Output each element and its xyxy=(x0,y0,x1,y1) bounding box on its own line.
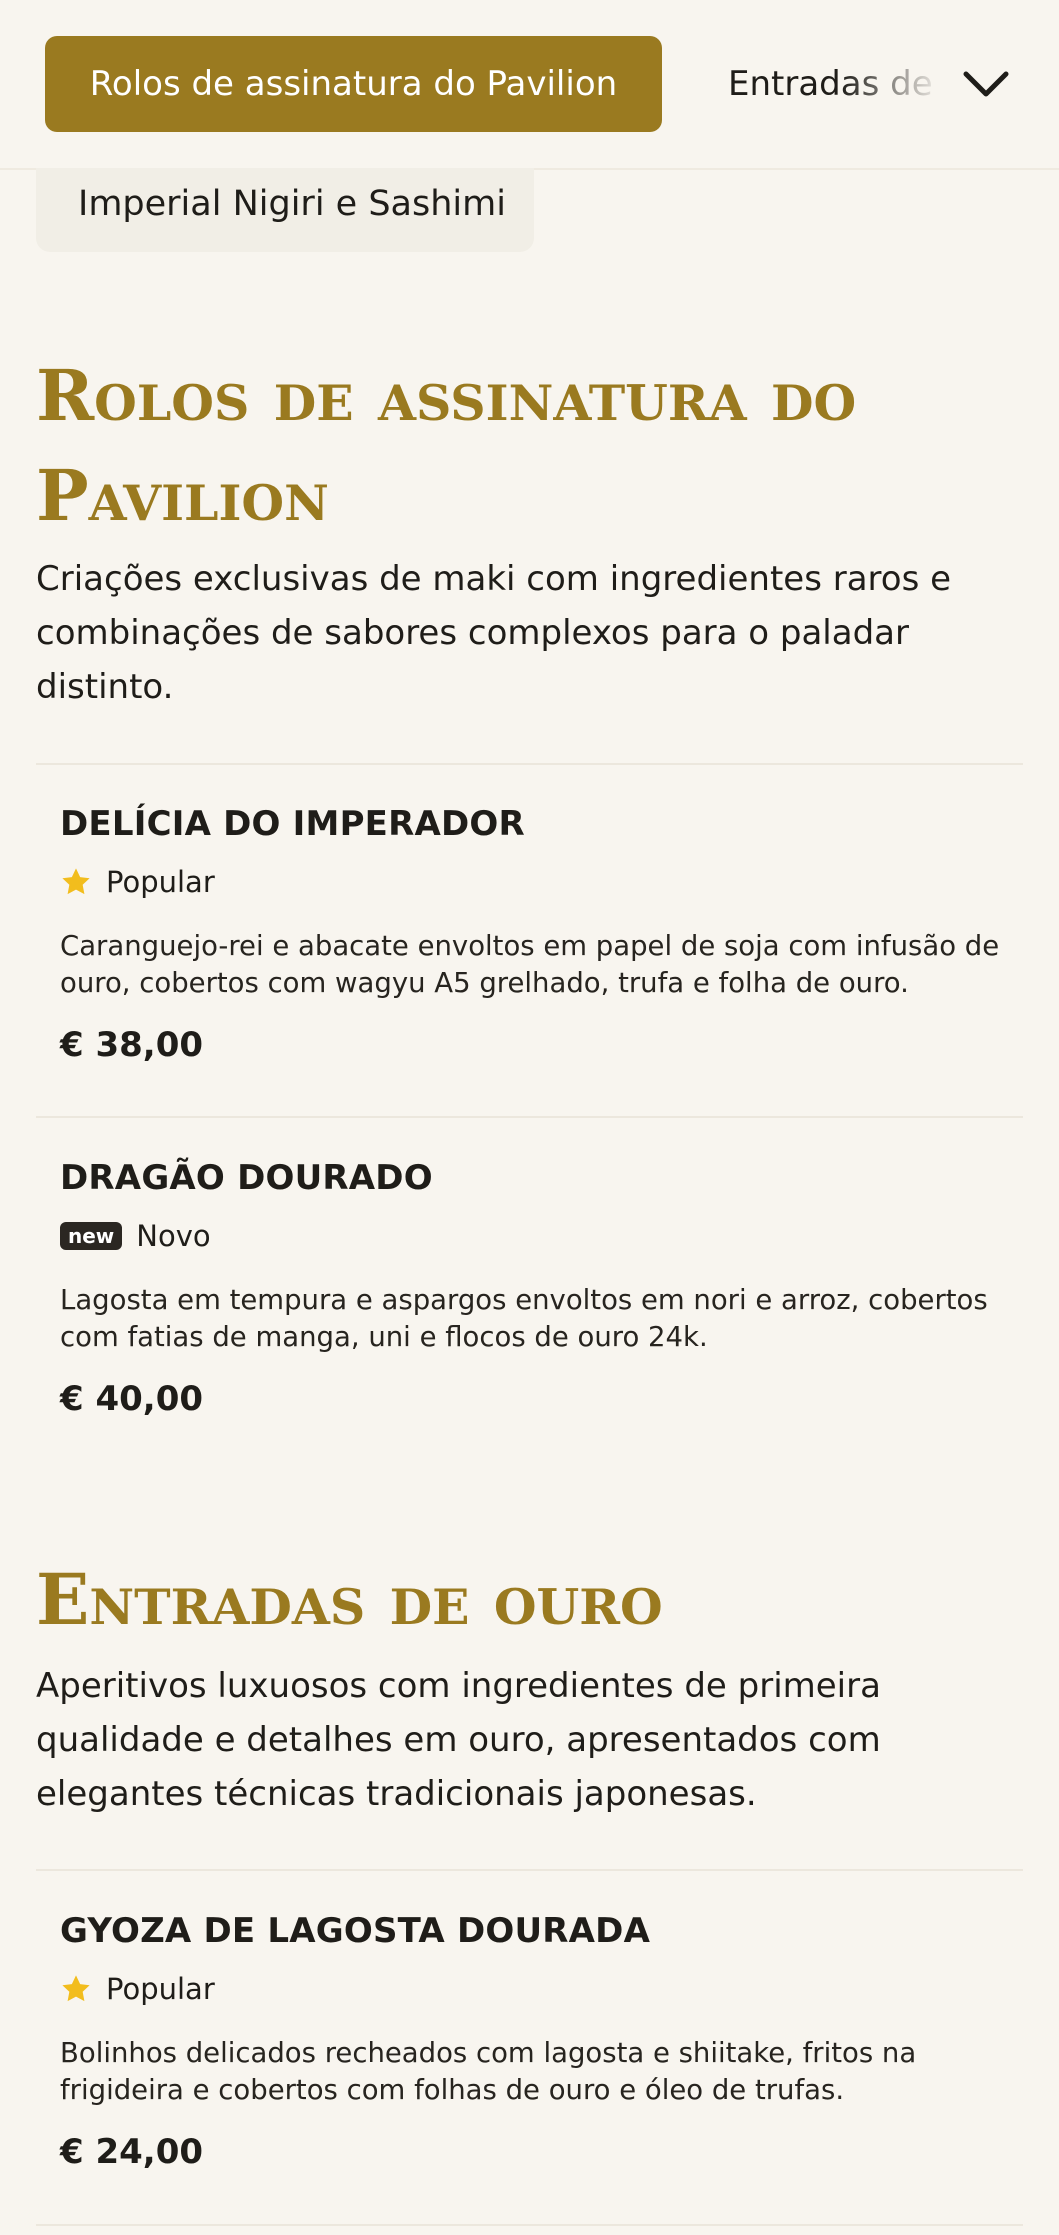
menu-item[interactable]: DRAGÃO DOURADO new Novo Lagosta em tempu… xyxy=(60,1156,1010,1424)
badge-label: Popular xyxy=(106,1972,215,2006)
item-price: € 40,00 xyxy=(60,1379,204,1419)
section-description: Criações exclusivas de maki com ingredie… xyxy=(36,559,952,707)
badge-label: Popular xyxy=(106,865,215,899)
item-price: € 24,00 xyxy=(60,2132,204,2172)
menu-item[interactable]: GYOZA DE LAGOSTA DOURADA Popular Bolinho… xyxy=(60,1909,1010,2177)
section-title: Rolos de assinatura do Pavilion xyxy=(36,354,857,537)
menu-item[interactable]: DELÍCIA DO IMPERADOR Popular Caranguejo-… xyxy=(60,802,1010,1070)
item-description: Caranguejo-rei e abacate envoltos em pap… xyxy=(60,930,1000,999)
category-tab-next[interactable]: Entradas de xyxy=(728,36,933,132)
category-nav: Rolos de assinatura do Pavilion Entradas… xyxy=(0,0,1059,170)
divider xyxy=(36,763,1023,765)
divider xyxy=(36,1116,1023,1118)
item-name: GYOZA DE LAGOSTA DOURADA xyxy=(60,1911,651,1951)
section-description: Aperitivos luxuosos com ingredientes de … xyxy=(36,1666,881,1814)
item-name: DRAGÃO DOURADO xyxy=(60,1158,433,1198)
star-icon xyxy=(62,1975,90,2002)
chevron-down-icon[interactable] xyxy=(960,62,1012,106)
item-badge: Popular xyxy=(60,862,1010,902)
divider xyxy=(36,2224,1023,2226)
item-badge: new Novo xyxy=(60,1216,1010,1256)
badge-label: Novo xyxy=(136,1219,211,1253)
item-price: € 38,00 xyxy=(60,1025,204,1065)
item-name: DELÍCIA DO IMPERADOR xyxy=(60,804,525,844)
item-badge: Popular xyxy=(60,1969,1010,2009)
item-description: Lagosta em tempura e aspargos envoltos e… xyxy=(60,1284,988,1353)
divider xyxy=(36,1869,1023,1871)
star-icon xyxy=(62,868,90,895)
new-badge-pill: new xyxy=(60,1222,123,1250)
category-chip[interactable]: Imperial Nigiri e Sashimi xyxy=(36,168,534,252)
section-title: Entradas de ouro xyxy=(36,1558,663,1641)
category-tab-active[interactable]: Rolos de assinatura do Pavilion xyxy=(45,36,662,132)
item-description: Bolinhos delicados recheados com lagosta… xyxy=(60,2037,917,2106)
